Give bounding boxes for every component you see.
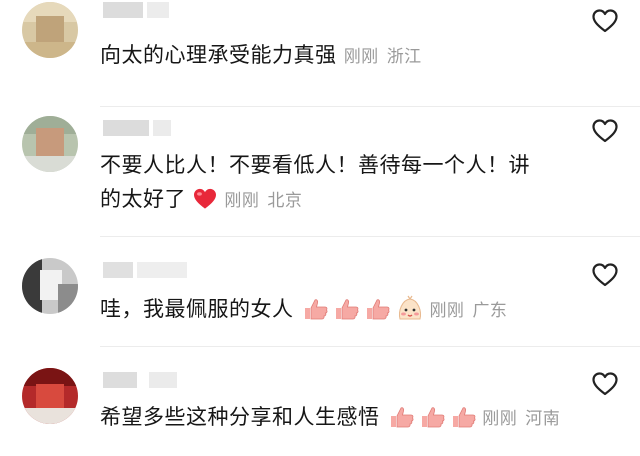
thumbs-up-emoji-icon xyxy=(390,407,414,428)
thumbs-up-emoji-icon xyxy=(421,407,445,428)
comment-time: 刚刚 xyxy=(482,409,518,429)
comment-body: 希望多些这种分享和人生感悟 刚刚 河南 xyxy=(100,400,560,439)
emoji-group xyxy=(389,405,476,439)
divider xyxy=(100,236,640,237)
divider xyxy=(100,106,640,107)
comment-location: 河南 xyxy=(525,409,561,429)
comment-text: 希望多些这种分享和人生感悟 xyxy=(100,405,380,429)
thumbs-up-emoji-icon xyxy=(335,299,359,320)
comment-text: 哇，我最佩服的女人 xyxy=(100,297,294,321)
comment-time: 刚刚 xyxy=(224,191,260,211)
divider xyxy=(100,346,640,347)
thumbs-up-emoji-icon xyxy=(453,407,476,428)
comment-item: 向太的心理承受能力真强 刚刚 浙江 xyxy=(0,0,640,110)
comment-item: 不要人比人！不要看低人！善待每一个人！讲 的太好了 刚刚 北京 xyxy=(0,110,640,236)
emoji-group xyxy=(303,295,423,331)
avatar[interactable] xyxy=(22,116,78,172)
avatar[interactable] xyxy=(22,368,78,424)
comment-body: 不要人比人！不要看低人！善待每一个人！讲 的太好了 刚刚 北京 xyxy=(100,148,530,220)
like-heart-icon[interactable] xyxy=(592,119,618,143)
avatar[interactable] xyxy=(22,258,78,314)
avatar[interactable] xyxy=(22,2,78,58)
comment-location: 北京 xyxy=(267,191,303,211)
comment-time: 刚刚 xyxy=(343,47,379,67)
comment-meta: 刚刚 北京 xyxy=(224,191,302,211)
comment-item: 希望多些这种分享和人生感悟 刚刚 河南 xyxy=(0,350,640,456)
comment-meta: 刚刚 河南 xyxy=(482,409,560,429)
comment-body: 哇，我最佩服的女人 刚刚 广东 xyxy=(100,292,507,331)
like-heart-icon[interactable] xyxy=(592,9,618,33)
comment-text-line-1: 不要人比人！不要看低人！善待每一个人！讲 xyxy=(100,153,530,177)
comment-item: 哇，我最佩服的女人 刚刚 广东 xyxy=(0,240,640,348)
comment-meta: 刚刚 浙江 xyxy=(344,47,422,67)
comment-time: 刚刚 xyxy=(429,301,465,321)
comment-location: 广东 xyxy=(472,301,508,321)
like-heart-icon[interactable] xyxy=(592,372,618,396)
thumbs-up-emoji-icon xyxy=(367,299,390,320)
comment-location: 浙江 xyxy=(386,47,422,67)
like-heart-icon[interactable] xyxy=(592,263,618,287)
thumbs-up-emoji-icon xyxy=(304,299,328,320)
comment-meta: 刚刚 广东 xyxy=(429,301,507,321)
comment-text-line-2: 的太好了 刚刚 北京 xyxy=(100,182,530,220)
blushing-face-emoji-icon xyxy=(399,295,422,320)
comment-text: 的太好了 xyxy=(100,187,186,211)
comment-body: 向太的心理承受能力真强 刚刚 浙江 xyxy=(100,38,422,74)
comment-text: 向太的心理承受能力真强 xyxy=(100,43,337,67)
red-heart-emoji-icon xyxy=(193,186,217,220)
